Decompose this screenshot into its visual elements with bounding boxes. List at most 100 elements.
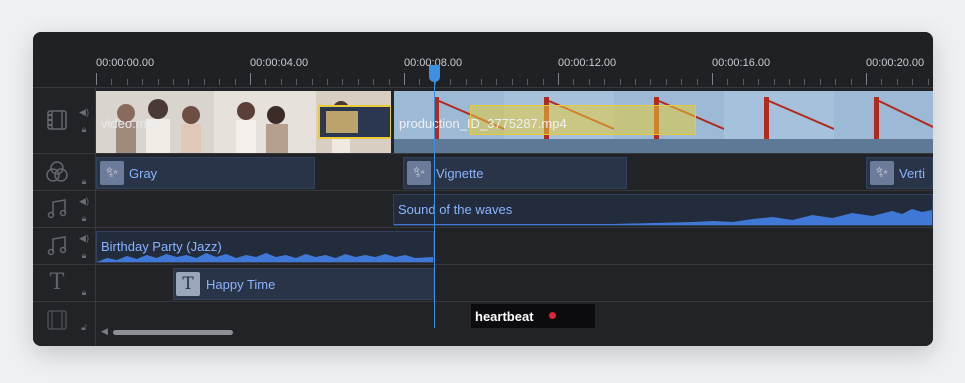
film-icon	[45, 108, 69, 132]
ruler-tick	[188, 79, 190, 85]
ruler-tick	[819, 79, 821, 85]
ruler-tick	[850, 79, 852, 85]
ruler-tick	[357, 79, 359, 85]
tick-label: 00:00:04.00	[250, 57, 309, 69]
ruler-tick	[203, 79, 205, 85]
effect-label: Verti	[899, 166, 926, 181]
text-track-header: T 🔒︎	[33, 265, 96, 302]
ruler-tick	[742, 79, 744, 85]
audio-track-1-header: ◀) 🔒︎	[33, 191, 96, 228]
video-clip-1[interactable]: video.mp4	[96, 91, 391, 153]
ruler-tick	[373, 79, 375, 85]
horizontal-scrollbar-thumb[interactable]	[113, 330, 233, 335]
tick-label: 00:00:20.00	[866, 57, 925, 69]
speaker-icon[interactable]: ◀)	[79, 107, 89, 117]
lock-icon[interactable]: 🔒︎	[79, 124, 89, 134]
ruler-tick	[126, 79, 128, 85]
magic-wand-icon: ✨︎	[870, 161, 894, 185]
ruler-tick	[173, 79, 174, 85]
audio-clip-waves[interactable]: Sound of the waves	[393, 194, 933, 226]
ruler-tick	[219, 79, 221, 85]
clip-name: production_ID_3775287.mp4	[399, 116, 567, 131]
ruler-tick	[481, 79, 482, 85]
ruler-tick	[142, 79, 144, 85]
playhead-handle[interactable]	[429, 65, 440, 82]
ruler-tick	[835, 79, 837, 85]
text-t-icon: T	[176, 272, 200, 296]
video-track: ◀) 🔒︎ video.mp4 production_ID_3775287.mp…	[33, 87, 933, 154]
ruler-tick	[727, 79, 729, 85]
ruler-tick	[419, 79, 421, 85]
ruler-tick	[804, 79, 806, 85]
effects-track: 🔒︎ ✨︎ Gray ✨︎ Vignette ✨︎ Verti	[33, 153, 933, 191]
ruler-tick	[665, 79, 667, 85]
music-note-icon	[45, 197, 69, 221]
ruler-tick	[388, 79, 390, 85]
magic-wand-icon: ✨︎	[407, 161, 431, 185]
ruler-tick	[881, 79, 883, 85]
ruler-tick	[327, 79, 328, 85]
ruler-tick	[604, 79, 606, 85]
video-track-header: ◀) 🔒︎	[33, 88, 96, 154]
ruler-tick	[311, 79, 313, 85]
ruler-tick	[280, 79, 282, 85]
ruler-tick	[157, 79, 159, 85]
ruler-tick	[527, 79, 529, 85]
text-clip-happy-time[interactable]: T Happy Time	[173, 268, 434, 300]
effect-clip-vignette[interactable]: ✨︎ Vignette	[403, 157, 627, 189]
lock-icon[interactable]: 🔒︎	[79, 213, 89, 223]
magic-wand-icon: ✨︎	[100, 161, 124, 185]
ruler-tick	[96, 73, 97, 85]
ruler-tick	[511, 79, 513, 85]
timeline-window: 00:00:00.00 00:00:04.00 00:00:08.00 00:0…	[33, 32, 933, 346]
ruler-tick	[912, 79, 914, 85]
lock-icon[interactable]: 🔒︎	[79, 250, 89, 260]
clip-name: heartbeat	[475, 309, 534, 324]
ruler-tick	[234, 79, 236, 85]
clip-name: Happy Time	[206, 277, 276, 292]
effect-clip-vertical[interactable]: ✨︎ Verti	[866, 157, 933, 189]
ruler-tick	[111, 79, 113, 85]
tick-label: 00:00:16.00	[712, 57, 771, 69]
effect-clip-gray[interactable]: ✨︎ Gray	[96, 157, 315, 189]
ruler-tick	[496, 79, 498, 85]
speaker-icon[interactable]: ◀)	[79, 233, 89, 243]
ruler-tick	[681, 79, 683, 85]
ruler-tick	[758, 79, 760, 85]
ruler-tick	[896, 79, 898, 85]
ruler-tick	[296, 79, 298, 85]
ruler-tick	[696, 79, 698, 85]
text-t-icon: T	[49, 270, 65, 295]
tick-label: 00:00:00.00	[96, 57, 155, 69]
video-track-2-header: 🔓︎	[33, 302, 96, 346]
effects-circles-icon	[45, 160, 69, 184]
film-icon	[45, 308, 69, 332]
tick-label: 00:00:12.00	[558, 57, 617, 69]
ruler-tick	[773, 79, 775, 85]
speaker-icon[interactable]: ◀)	[79, 196, 89, 206]
lock-icon[interactable]: 🔒︎	[79, 287, 89, 297]
ruler-tick	[542, 79, 544, 85]
ruler-tick	[927, 79, 929, 85]
ruler-tick	[588, 79, 590, 85]
clip-name: Sound of the waves	[398, 202, 513, 217]
music-note-icon	[45, 234, 69, 258]
ruler-tick	[866, 73, 867, 85]
ruler-tick	[635, 79, 636, 85]
ruler-tick	[650, 79, 652, 85]
audio-clip-birthday[interactable]: Birthday Party (Jazz)	[96, 231, 434, 263]
effect-label: Vignette	[436, 166, 484, 181]
heartbeat-clip[interactable]: heartbeat	[471, 304, 595, 328]
video-clip-2[interactable]: production_ID_3775287.mp4	[394, 91, 933, 153]
text-track: T 🔒︎ T Happy Time	[33, 264, 933, 302]
clip-name: video.mp4	[101, 116, 161, 131]
scroll-left-arrow-icon[interactable]: ◀	[101, 326, 108, 337]
time-ruler[interactable]: 00:00:00.00 00:00:04.00 00:00:08.00 00:0…	[33, 32, 933, 87]
lock-icon[interactable]: 🔒︎	[79, 176, 89, 186]
ruler-tick	[465, 79, 467, 85]
transition-marker[interactable]	[318, 105, 391, 139]
ruler-tick	[619, 79, 621, 85]
ruler-tick	[573, 79, 575, 85]
lock-icon[interactable]: 🔓︎	[79, 322, 89, 332]
ruler-tick	[265, 79, 267, 85]
